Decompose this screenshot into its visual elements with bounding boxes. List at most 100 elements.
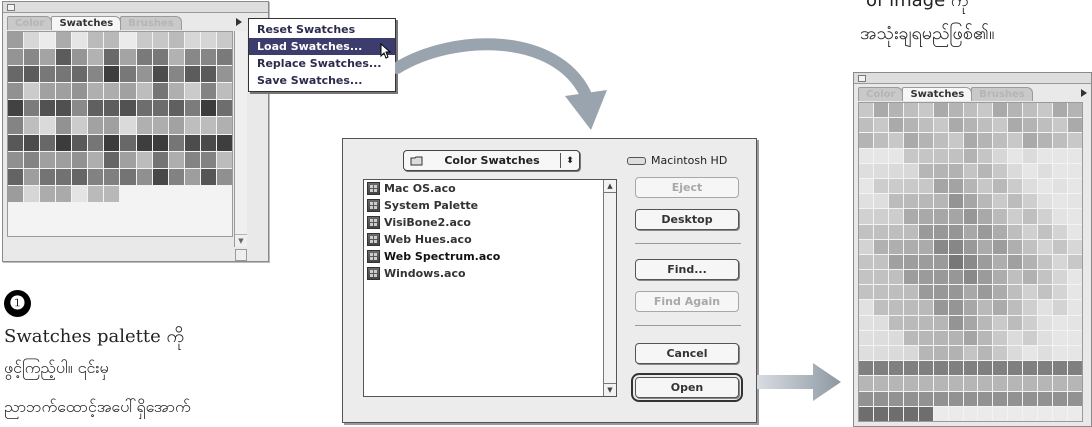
swatch-cell[interactable] <box>1038 346 1053 361</box>
swatch-cell[interactable] <box>933 376 948 391</box>
menu-item-load-swatches[interactable]: Load Swatches... <box>249 38 395 55</box>
swatch-cell[interactable] <box>948 376 963 391</box>
swatch-cell[interactable] <box>918 239 933 254</box>
swatch-cell[interactable] <box>136 168 152 185</box>
swatch-cell[interactable] <box>169 220 184 236</box>
swatch-cell[interactable] <box>24 168 40 185</box>
swatch-cell[interactable] <box>859 239 873 254</box>
swatch-cell[interactable] <box>903 315 918 330</box>
swatch-cell[interactable] <box>72 168 88 185</box>
menu-item-save-swatches[interactable]: Save Swatches... <box>249 72 395 89</box>
swatch-cell[interactable] <box>963 133 978 148</box>
swatch-cell[interactable] <box>185 203 200 219</box>
swatch-cell[interactable] <box>8 66 24 83</box>
swatch-cell[interactable] <box>1023 376 1038 391</box>
swatch-cell[interactable] <box>24 32 40 49</box>
swatch-cell[interactable] <box>978 148 993 163</box>
resize-grip-icon[interactable] <box>235 249 247 261</box>
swatch-cell[interactable] <box>72 134 88 151</box>
swatch-cell[interactable] <box>918 391 933 406</box>
swatch-cell[interactable] <box>1023 178 1038 194</box>
swatch-cell[interactable] <box>217 203 232 219</box>
swatch-cell[interactable] <box>859 391 873 406</box>
tab-swatches[interactable]: Swatches <box>902 87 973 101</box>
swatch-cell[interactable] <box>888 300 903 315</box>
swatch-cell[interactable] <box>88 32 104 49</box>
swatch-cell[interactable] <box>1023 209 1038 224</box>
swatch-cell[interactable] <box>56 185 72 202</box>
swatch-cell[interactable] <box>948 330 963 346</box>
swatch-cell[interactable] <box>216 100 232 117</box>
swatch-cell[interactable] <box>120 203 135 219</box>
swatch-cell[interactable] <box>136 83 152 100</box>
swatch-cell[interactable] <box>948 163 963 178</box>
swatch-cell[interactable] <box>948 194 963 209</box>
swatch-cell[interactable] <box>152 32 168 49</box>
swatch-cell[interactable] <box>185 220 200 236</box>
swatch-cell[interactable] <box>933 330 948 346</box>
swatch-cell[interactable] <box>1038 148 1053 163</box>
swatch-cell[interactable] <box>216 83 232 100</box>
swatch-cell[interactable] <box>918 300 933 315</box>
swatch-cell[interactable] <box>56 220 71 236</box>
swatch-cell[interactable] <box>56 134 72 151</box>
swatch-cell[interactable] <box>1008 178 1023 194</box>
swatch-cell[interactable] <box>24 100 40 117</box>
swatch-cell[interactable] <box>918 346 933 361</box>
swatch-cell[interactable] <box>873 178 888 194</box>
swatch-cell[interactable] <box>978 270 993 285</box>
swatch-cell[interactable] <box>153 203 168 219</box>
swatch-cell[interactable] <box>859 330 873 346</box>
file-row[interactable]: System Palette <box>364 197 616 214</box>
swatch-cell[interactable] <box>1068 376 1082 391</box>
swatch-cell[interactable] <box>903 209 918 224</box>
swatch-cell[interactable] <box>888 270 903 285</box>
swatch-cell[interactable] <box>978 406 993 421</box>
swatch-cell[interactable] <box>888 239 903 254</box>
swatch-cell[interactable] <box>963 346 978 361</box>
swatch-cell[interactable] <box>1038 103 1053 118</box>
swatch-cell[interactable] <box>1038 194 1053 209</box>
swatch-cell[interactable] <box>217 220 232 236</box>
swatch-cell[interactable] <box>1068 163 1082 178</box>
swatch-cell[interactable] <box>1053 209 1068 224</box>
swatch-cell[interactable] <box>1053 300 1068 315</box>
swatch-cell[interactable] <box>1023 224 1038 239</box>
swatch-cell[interactable] <box>40 83 56 100</box>
swatch-cell[interactable] <box>993 361 1008 376</box>
swatch-cell[interactable] <box>1008 254 1023 270</box>
swatch-cell[interactable] <box>1023 361 1038 376</box>
swatch-cell[interactable] <box>859 133 873 148</box>
swatch-cell[interactable] <box>948 406 963 421</box>
swatch-cell[interactable] <box>948 270 963 285</box>
swatch-cell[interactable] <box>1008 224 1023 239</box>
swatch-cell[interactable] <box>933 300 948 315</box>
swatch-cell[interactable] <box>24 66 40 83</box>
swatch-cell[interactable] <box>933 346 948 361</box>
swatch-cell[interactable] <box>1038 178 1053 194</box>
file-row[interactable]: VisiBone2.aco <box>364 214 616 231</box>
swatch-cell[interactable] <box>104 220 119 236</box>
swatch-cell[interactable] <box>56 66 72 83</box>
swatch-cell[interactable] <box>1038 270 1053 285</box>
file-list[interactable]: Mac OS.aco System Palette VisiBone2.aco … <box>363 179 617 397</box>
swatch-cell[interactable] <box>104 49 120 66</box>
swatch-cell[interactable] <box>1053 178 1068 194</box>
swatch-cell[interactable] <box>1023 270 1038 285</box>
tab-brushes[interactable]: Brushes <box>971 87 1033 101</box>
find-button[interactable]: Find... <box>635 259 739 280</box>
swatch-cell[interactable] <box>993 270 1008 285</box>
swatch-cell[interactable] <box>120 32 136 49</box>
swatch-cell[interactable] <box>859 315 873 330</box>
swatch-cell[interactable] <box>1038 391 1053 406</box>
swatch-cell[interactable] <box>120 168 136 185</box>
swatch-cell[interactable] <box>918 148 933 163</box>
swatch-cell[interactable] <box>1008 391 1023 406</box>
swatch-cell[interactable] <box>152 66 168 83</box>
swatch-cell[interactable] <box>1068 133 1082 148</box>
swatch-cell[interactable] <box>888 163 903 178</box>
swatch-cell[interactable] <box>169 186 184 202</box>
swatch-cell[interactable] <box>933 254 948 270</box>
swatch-cell[interactable] <box>1023 103 1038 118</box>
swatch-cell[interactable] <box>948 391 963 406</box>
